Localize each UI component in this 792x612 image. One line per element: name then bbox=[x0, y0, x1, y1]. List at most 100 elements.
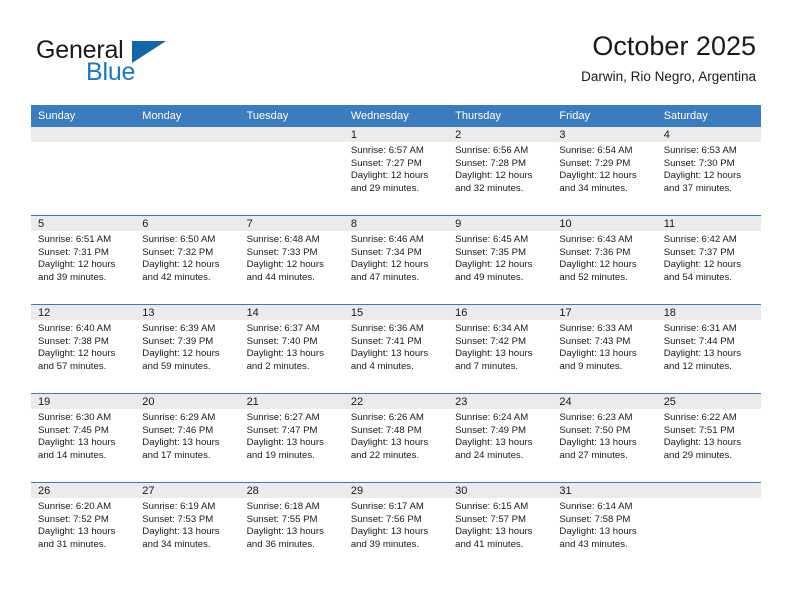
calendar-day-cell[interactable]: 10 Sunrise: 6:43 AM Sunset: 7:36 PM Dayligh… bbox=[552, 215, 657, 305]
sunrise-text: Sunrise: 6:56 AM bbox=[455, 145, 529, 156]
day-cell-inner: 6 Sunrise: 6:50 AM Sunset: 7:32 PM Daylight… bbox=[135, 216, 240, 304]
day-number: 29 bbox=[343, 483, 449, 498]
sunset-text: Sunset: 7:56 PM bbox=[350, 513, 422, 525]
calendar-day-cell[interactable]: 23 Sunrise: 6:24 AM Sunset: 7:49 PM Dayligh… bbox=[448, 393, 553, 483]
sunset-text: Sunset: 7:41 PM bbox=[350, 335, 422, 347]
calendar-day-cell[interactable]: 2 Sunrise: 6:56 AM Sunset: 7:28 PM Daylight… bbox=[448, 127, 553, 216]
daylight-text: Daylight: 12 hours and 49 minutes. bbox=[455, 259, 533, 283]
calendar-day-cell[interactable]: 21 Sunrise: 6:27 AM Sunset: 7:47 PM Dayligh… bbox=[239, 393, 344, 483]
day-number: 3 bbox=[552, 127, 657, 142]
daylight-text: Daylight: 13 hours and 29 minutes. bbox=[663, 437, 742, 461]
sunrise-text: Sunrise: 6:18 AM bbox=[246, 501, 320, 512]
daylight-text: Daylight: 13 hours and 39 minutes. bbox=[350, 526, 429, 550]
sunrise-text: Sunrise: 6:31 AM bbox=[663, 323, 737, 334]
sunset-text: Sunset: 7:34 PM bbox=[350, 246, 422, 258]
daylight-text: Daylight: 13 hours and 14 minutes. bbox=[38, 437, 116, 461]
sunset-text: Sunset: 7:36 PM bbox=[559, 246, 631, 258]
calendar-day-cell[interactable]: 19 Sunrise: 6:30 AM Sunset: 7:45 PM Dayligh… bbox=[31, 393, 136, 483]
sun-info: Sunrise: 6:39 AM Sunset: 7:39 PM Daylight:… bbox=[135, 320, 239, 373]
daylight-text: Daylight: 12 hours and 29 minutes. bbox=[350, 170, 429, 194]
calendar-day-cell[interactable]: 12 Sunrise: 6:40 AM Sunset: 7:38 PM Dayligh… bbox=[31, 304, 136, 394]
general-blue-logo[interactable]: General Blue bbox=[36, 36, 256, 92]
sunset-text: Sunset: 7:27 PM bbox=[350, 157, 422, 169]
day-cell-inner: 31 Sunrise: 6:14 AM Sunset: 7:58 PM Dayligh… bbox=[552, 483, 657, 571]
calendar-week-row: 5 Sunrise: 6:51 AM Sunset: 7:31 PM Daylight… bbox=[31, 215, 761, 305]
daylight-text: Daylight: 12 hours and 54 minutes. bbox=[663, 259, 742, 283]
calendar-day-cell[interactable]: 27 Sunrise: 6:19 AM Sunset: 7:53 PM Dayligh… bbox=[135, 482, 240, 571]
calendar-day-cell[interactable]: 17 Sunrise: 6:33 AM Sunset: 7:43 PM Dayligh… bbox=[552, 304, 657, 394]
sunrise-text: Sunrise: 6:14 AM bbox=[559, 501, 633, 512]
day-number: 13 bbox=[135, 305, 240, 320]
day-cell-inner: 22 Sunrise: 6:26 AM Sunset: 7:48 PM Dayligh… bbox=[343, 394, 449, 482]
weekday-header-wednesday: Wednesday bbox=[343, 105, 449, 127]
calendar-day-cell[interactable]: 26 Sunrise: 6:20 AM Sunset: 7:52 PM Dayligh… bbox=[31, 482, 136, 571]
day-cell-inner: 7 Sunrise: 6:48 AM Sunset: 7:33 PM Daylight… bbox=[239, 216, 344, 304]
day-number: 10 bbox=[552, 216, 657, 231]
sunrise-text: Sunrise: 6:27 AM bbox=[246, 412, 320, 423]
calendar-day-cell[interactable]: 30 Sunrise: 6:15 AM Sunset: 7:57 PM Dayligh… bbox=[448, 482, 553, 571]
sun-info: Sunrise: 6:26 AM Sunset: 7:48 PM Daylight:… bbox=[344, 409, 448, 462]
day-cell-inner: 4 Sunrise: 6:53 AM Sunset: 7:30 PM Daylight… bbox=[656, 127, 761, 215]
sunset-text: Sunset: 7:38 PM bbox=[38, 335, 109, 347]
daylight-text: Daylight: 13 hours and 31 minutes. bbox=[38, 526, 116, 550]
calendar-week-row: 12 Sunrise: 6:40 AM Sunset: 7:38 PM Dayligh… bbox=[31, 304, 761, 394]
calendar-day-cell[interactable]: 28 Sunrise: 6:18 AM Sunset: 7:55 PM Dayligh… bbox=[239, 482, 344, 571]
calendar-day-cell[interactable]: 8 Sunrise: 6:46 AM Sunset: 7:34 PM Daylight… bbox=[343, 215, 449, 305]
sun-info: Sunrise: 6:30 AM Sunset: 7:45 PM Daylight:… bbox=[31, 409, 135, 462]
day-cell-inner: 28 Sunrise: 6:18 AM Sunset: 7:55 PM Dayligh… bbox=[239, 483, 344, 571]
day-number bbox=[656, 483, 761, 498]
sun-info: Sunrise: 6:31 AM Sunset: 7:44 PM Daylight:… bbox=[657, 320, 761, 373]
weekday-header-thursday: Thursday bbox=[448, 105, 553, 127]
calendar-day-cell[interactable]: 5 Sunrise: 6:51 AM Sunset: 7:31 PM Daylight… bbox=[31, 215, 136, 305]
sunset-text: Sunset: 7:48 PM bbox=[350, 424, 422, 436]
calendar-day-cell[interactable]: 7 Sunrise: 6:48 AM Sunset: 7:33 PM Daylight… bbox=[239, 215, 344, 305]
calendar-day-cell[interactable]: 4 Sunrise: 6:53 AM Sunset: 7:30 PM Daylight… bbox=[656, 127, 761, 216]
calendar-page: General Blue October 2025 Darwin, Rio Ne… bbox=[0, 0, 792, 612]
sunrise-text: Sunrise: 6:43 AM bbox=[559, 234, 633, 245]
sunrise-text: Sunrise: 6:46 AM bbox=[350, 234, 424, 245]
calendar-day-cell[interactable]: 22 Sunrise: 6:26 AM Sunset: 7:48 PM Dayligh… bbox=[343, 393, 449, 483]
calendar-day-cell[interactable]: 3 Sunrise: 6:54 AM Sunset: 7:29 PM Daylight… bbox=[552, 127, 657, 216]
day-number: 22 bbox=[343, 394, 449, 409]
calendar-week-row: 1 Sunrise: 6:57 AM Sunset: 7:27 PM Daylight… bbox=[31, 127, 761, 216]
daylight-text: Daylight: 13 hours and 9 minutes. bbox=[559, 348, 637, 372]
weekday-header-monday: Monday bbox=[135, 105, 240, 127]
sunrise-text: Sunrise: 6:23 AM bbox=[559, 412, 633, 423]
day-number: 30 bbox=[448, 483, 553, 498]
day-number: 6 bbox=[135, 216, 240, 231]
calendar-day-cell[interactable]: 13 Sunrise: 6:39 AM Sunset: 7:39 PM Dayligh… bbox=[135, 304, 240, 394]
day-number: 27 bbox=[135, 483, 240, 498]
sunset-text: Sunset: 7:43 PM bbox=[559, 335, 631, 347]
calendar-day-cell[interactable]: 16 Sunrise: 6:34 AM Sunset: 7:42 PM Dayligh… bbox=[448, 304, 553, 394]
calendar-day-cell[interactable]: 25 Sunrise: 6:22 AM Sunset: 7:51 PM Dayligh… bbox=[656, 393, 761, 483]
sunset-text: Sunset: 7:57 PM bbox=[455, 513, 527, 525]
calendar-day-cell[interactable]: 1 Sunrise: 6:57 AM Sunset: 7:27 PM Daylight… bbox=[343, 127, 449, 216]
calendar-day-cell[interactable]: 11 Sunrise: 6:42 AM Sunset: 7:37 PM Dayligh… bbox=[656, 215, 761, 305]
sunset-text: Sunset: 7:37 PM bbox=[663, 246, 735, 258]
calendar-day-cell[interactable]: 24 Sunrise: 6:23 AM Sunset: 7:50 PM Dayligh… bbox=[552, 393, 657, 483]
day-cell-inner: 27 Sunrise: 6:19 AM Sunset: 7:53 PM Dayligh… bbox=[135, 483, 240, 571]
day-number: 26 bbox=[31, 483, 136, 498]
sun-info: Sunrise: 6:57 AM Sunset: 7:27 PM Daylight:… bbox=[344, 142, 448, 195]
daylight-text: Daylight: 13 hours and 24 minutes. bbox=[455, 437, 533, 461]
calendar-day-cell[interactable]: 29 Sunrise: 6:17 AM Sunset: 7:56 PM Dayligh… bbox=[343, 482, 449, 571]
calendar-grid: Sunday Monday Tuesday Wednesday Thursday… bbox=[31, 105, 761, 571]
calendar-day-cell[interactable]: 20 Sunrise: 6:29 AM Sunset: 7:46 PM Dayligh… bbox=[135, 393, 240, 483]
calendar-day-cell[interactable]: 9 Sunrise: 6:45 AM Sunset: 7:35 PM Daylight… bbox=[448, 215, 553, 305]
sunset-text: Sunset: 7:33 PM bbox=[246, 246, 318, 258]
calendar-day-cell[interactable]: 14 Sunrise: 6:37 AM Sunset: 7:40 PM Dayligh… bbox=[239, 304, 344, 394]
calendar-day-cell[interactable]: 6 Sunrise: 6:50 AM Sunset: 7:32 PM Daylight… bbox=[135, 215, 240, 305]
sunset-text: Sunset: 7:52 PM bbox=[38, 513, 109, 525]
day-number: 16 bbox=[448, 305, 553, 320]
sunrise-text: Sunrise: 6:15 AM bbox=[455, 501, 529, 512]
sunset-text: Sunset: 7:58 PM bbox=[559, 513, 631, 525]
calendar-day-cell[interactable]: 18 Sunrise: 6:31 AM Sunset: 7:44 PM Dayligh… bbox=[656, 304, 761, 394]
sunrise-text: Sunrise: 6:53 AM bbox=[663, 145, 737, 156]
sunset-text: Sunset: 7:32 PM bbox=[142, 246, 214, 258]
sun-info: Sunrise: 6:37 AM Sunset: 7:40 PM Daylight:… bbox=[240, 320, 344, 373]
sun-info: Sunrise: 6:53 AM Sunset: 7:30 PM Daylight:… bbox=[657, 142, 761, 195]
calendar-day-cell-empty bbox=[31, 127, 136, 216]
calendar-day-cell[interactable]: 31 Sunrise: 6:14 AM Sunset: 7:58 PM Dayligh… bbox=[552, 482, 657, 571]
calendar-day-cell[interactable]: 15 Sunrise: 6:36 AM Sunset: 7:41 PM Dayligh… bbox=[343, 304, 449, 394]
sun-info: Sunrise: 6:50 AM Sunset: 7:32 PM Daylight:… bbox=[135, 231, 239, 284]
